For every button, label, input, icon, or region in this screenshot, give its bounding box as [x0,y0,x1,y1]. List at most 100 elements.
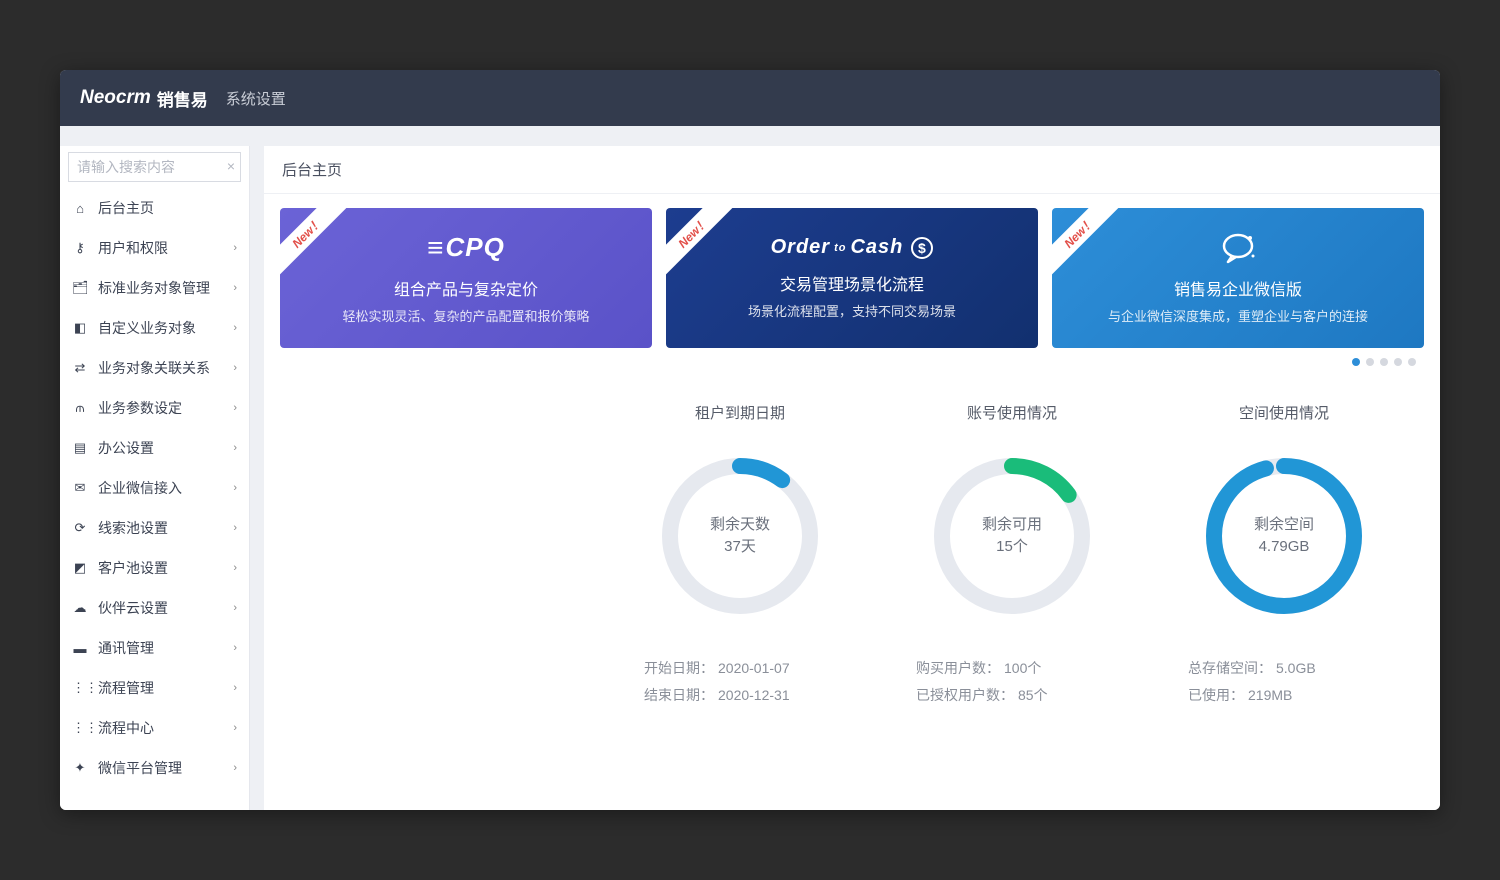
carousel-dot-0[interactable] [1352,358,1360,366]
donut-center: 剩余空间4.79GB [1199,451,1369,621]
stat-detail-value: 100个 [1004,660,1041,676]
stat-detail-row: 结束日期：2020-12-31 [644,682,876,709]
search-clear-icon[interactable]: × [227,158,235,174]
promo-icon: ≡CPQ [427,232,505,264]
carousel-dots [264,348,1440,372]
sidebar-item-14[interactable]: ✦微信平台管理› [60,748,249,788]
chat-icon [1218,232,1258,264]
stat-detail-value: 85个 [1018,687,1048,703]
header-section-title: 系统设置 [226,88,286,109]
stat-detail-row: 购买用户数：100个 [916,655,1148,682]
new-ribbon: New！ [666,208,739,279]
sidebar-item-8[interactable]: ⟳线索池设置› [60,508,249,548]
sidebar-item-0[interactable]: ⌂后台主页 [60,188,249,228]
stat-detail-row: 已授权用户数：85个 [916,682,1148,709]
donut-center-value: 15个 [996,536,1028,559]
sidebar-item-icon: ⋮⋮ [72,720,88,736]
promo-icon: OrdertoCash$ [771,236,934,259]
promo-card-1[interactable]: New！ OrdertoCash$ 交易管理场景化流程场景化流程配置，支持不同交易场… [666,208,1038,348]
sidebar-item-5[interactable]: ⫙ 业务参数设定› [60,388,249,428]
chevron-right-icon: › [233,562,237,574]
promo-card-0[interactable]: New！≡CPQ组合产品与复杂定价轻松实现灵活、复杂的产品配置和报价策略 [280,208,652,348]
stat-detail-label: 开始日期： [644,660,714,676]
donut-chart: 剩余可用15个 [927,451,1097,621]
stat-title: 账号使用情况 [967,402,1057,423]
sidebar-item-label: 用户和权限 [98,238,233,258]
search-input[interactable] [68,152,241,182]
stat-title: 租户到期日期 [695,402,785,423]
donut-center: 剩余天数37天 [655,451,825,621]
sidebar-item-6[interactable]: ▤ 办公设置› [60,428,249,468]
dollar-icon: $ [911,237,933,259]
chevron-right-icon: › [233,442,237,454]
stat-detail-row: 开始日期：2020-01-07 [644,655,876,682]
chevron-right-icon: › [233,362,237,374]
chevron-right-icon: › [233,482,237,494]
promo-title: 组合产品与复杂定价 [394,276,538,300]
sidebar-item-label: 微信平台管理 [98,758,233,778]
sidebar-item-label: 业务参数设定 [98,398,233,418]
chevron-right-icon: › [233,722,237,734]
sidebar-item-3[interactable]: ◧自定义业务对象› [60,308,249,348]
sidebar-search-wrap: × [60,146,249,188]
stats-row: 租户到期日期剩余天数37天开始日期：2020-01-07结束日期：2020-12… [264,372,1440,708]
content-panel: New！≡CPQ组合产品与复杂定价轻松实现灵活、复杂的产品配置和报价策略New！… [264,194,1440,810]
logo-text: Neocrm [80,87,151,109]
stat-detail-value: 219MB [1248,687,1292,703]
sidebar-item-13[interactable]: ⋮⋮流程中心› [60,708,249,748]
breadcrumb: 后台主页 [264,146,1440,194]
donut-center: 剩余可用15个 [927,451,1097,621]
chevron-right-icon: › [233,282,237,294]
stat-detail-value: 2020-12-31 [718,687,790,703]
carousel-dot-3[interactable] [1394,358,1402,366]
app-header: Neocrm 销售易 系统设置 [60,70,1440,126]
stat-detail-label: 购买用户数： [916,660,1000,676]
promo-title: 交易管理场景化流程 [780,271,924,295]
stats-spacer [284,402,604,708]
sidebar-item-label: 伙伴云设置 [98,598,233,618]
sidebar: × ⌂后台主页⚷用户和权限›🗂标准业务对象管理›◧自定义业务对象›⇄业务对象关联… [60,146,250,810]
carousel-dot-1[interactable] [1366,358,1374,366]
promo-title: 销售易企业微信版 [1174,276,1302,300]
sidebar-item-label: 客户池设置 [98,558,233,578]
chevron-right-icon: › [233,522,237,534]
chevron-right-icon: › [233,402,237,414]
stat-detail-label: 已使用： [1188,687,1244,703]
sidebar-item-label: 业务对象关联关系 [98,358,233,378]
sidebar-item-label: 标准业务对象管理 [98,278,233,298]
sidebar-item-icon: ✉ [72,480,88,496]
sidebar-item-label: 后台主页 [98,198,237,218]
sidebar-item-4[interactable]: ⇄业务对象关联关系› [60,348,249,388]
donut-center-value: 37天 [724,536,756,559]
carousel-dot-2[interactable] [1380,358,1388,366]
stat-detail-value: 2020-01-07 [718,660,790,676]
stat-detail-label: 已授权用户数： [916,687,1014,703]
sidebar-item-11[interactable]: ▬通讯管理› [60,628,249,668]
app-body: × ⌂后台主页⚷用户和权限›🗂标准业务对象管理›◧自定义业务对象›⇄业务对象关联… [60,126,1440,810]
sidebar-item-label: 企业微信接入 [98,478,233,498]
promo-desc: 场景化流程配置，支持不同交易场景 [748,301,956,320]
sidebar-item-icon: ⟳ [72,520,88,536]
carousel-dot-4[interactable] [1408,358,1416,366]
stat-detail-label: 结束日期： [644,687,714,703]
chevron-right-icon: › [233,642,237,654]
sidebar-item-2[interactable]: 🗂标准业务对象管理› [60,268,249,308]
sidebar-item-10[interactable]: ☁伙伴云设置› [60,588,249,628]
sidebar-item-icon: ⫙ [72,400,88,416]
sidebar-item-9[interactable]: ◩ 客户池设置› [60,548,249,588]
promo-card-2[interactable]: New！销售易企业微信版与企业微信深度集成，重塑企业与客户的连接 [1052,208,1424,348]
donut-center-label: 剩余空间 [1254,514,1314,537]
sidebar-item-icon: ☁ [72,600,88,616]
sidebar-item-icon: ⋮⋮ [72,680,88,696]
sidebar-item-7[interactable]: ✉ 企业微信接入› [60,468,249,508]
sidebar-item-1[interactable]: ⚷用户和权限› [60,228,249,268]
sidebar-item-label: 办公设置 [98,438,233,458]
sidebar-item-label: 流程管理 [98,678,233,698]
promo-icon [1218,232,1258,264]
stat-details: 开始日期：2020-01-07结束日期：2020-12-31 [604,655,876,708]
sidebar-item-icon: ✦ [72,760,88,776]
sidebar-item-icon: ▤ [72,440,88,456]
sidebar-item-12[interactable]: ⋮⋮流程管理› [60,668,249,708]
sidebar-item-icon: ◩ [72,560,88,576]
stat-details: 总存储空间：5.0GB已使用：219MB [1148,655,1420,708]
